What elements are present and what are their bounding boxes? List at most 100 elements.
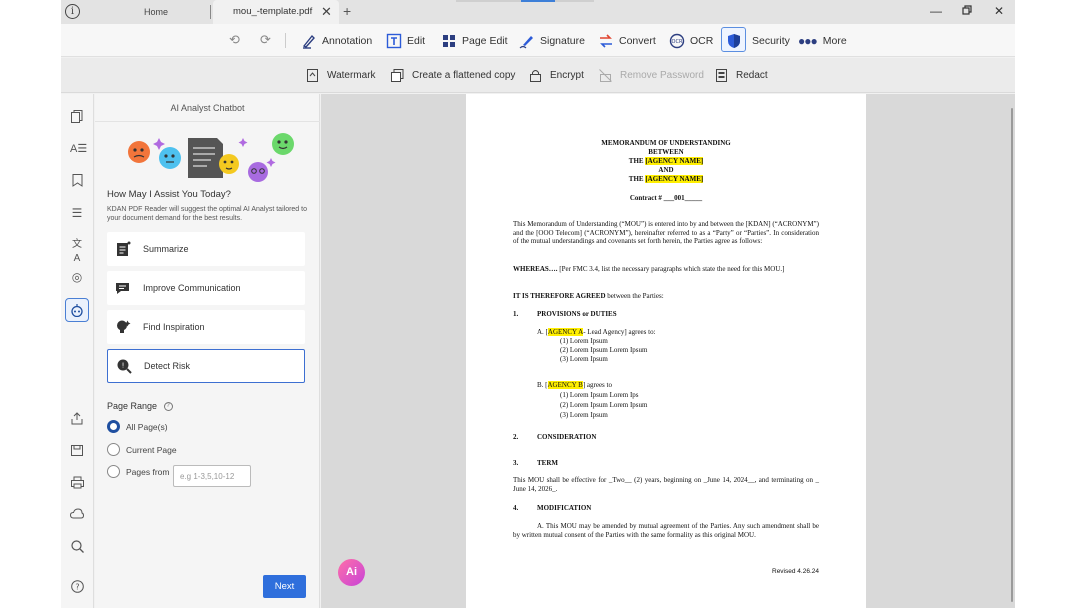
next-button[interactable]: Next — [263, 575, 306, 598]
radio-current-page[interactable]: Current Page — [107, 443, 177, 456]
ocr-rail-icon[interactable]: ◎ — [70, 270, 84, 284]
option-improve-communication[interactable]: Improve Communication — [107, 271, 305, 305]
restore-icon[interactable] — [959, 4, 975, 18]
bookmark-icon[interactable] — [70, 174, 84, 188]
search-icon[interactable] — [70, 540, 84, 554]
ocr-button[interactable]: OCR OCR — [669, 24, 713, 57]
tab-home[interactable]: Home — [101, 0, 211, 24]
radio-pages-from-label: Pages from — [126, 466, 170, 477]
help-icon[interactable]: ? — [70, 580, 84, 594]
encrypt-label: Encrypt — [550, 70, 584, 81]
text-style-icon[interactable]: A☰ — [70, 142, 87, 156]
redact-icon — [715, 69, 728, 82]
doc-s3-title: TERM — [537, 459, 558, 467]
security-subtoolbar: Watermark Create a flattened copy Encryp… — [61, 58, 1015, 93]
doc-between: BETWEEN — [648, 148, 684, 156]
minimize-icon[interactable]: — — [928, 4, 944, 18]
radio-all-pages-control[interactable] — [107, 420, 120, 433]
toolbar-divider — [285, 33, 286, 48]
doc-s2-title: CONSIDERATION — [537, 433, 597, 441]
radio-pages-from-control[interactable] — [107, 465, 120, 478]
annotation-label: Annotation — [322, 34, 373, 47]
doc-contract: Contract # ___001_____ — [629, 194, 703, 202]
share-icon[interactable] — [70, 412, 84, 426]
panel-title: AI Analyst Chatbot — [95, 94, 320, 122]
doc-b-item-2: (2) Lorem Ipsum Lorem Ipsum — [560, 401, 648, 409]
edit-button[interactable]: Edit — [386, 24, 425, 57]
print-icon[interactable] — [70, 476, 84, 490]
text-edit-icon — [386, 33, 402, 49]
redact-button[interactable]: Redact — [715, 58, 768, 93]
page-range-heading: Page Range ? — [107, 401, 173, 412]
summarize-icon — [115, 241, 131, 257]
pen-icon — [301, 33, 317, 49]
redo-icon[interactable]: ⟳ — [260, 32, 271, 48]
page-range-input[interactable] — [173, 465, 251, 487]
title-bar: i Home mou_-template.pdf ✕ + — ✕ — [61, 0, 1015, 24]
radio-pages-from[interactable]: Pages from — [107, 465, 169, 478]
tab-document-label: mou_-template.pdf — [233, 6, 313, 17]
convert-label: Convert — [619, 34, 656, 47]
option-find-inspiration[interactable]: Find Inspiration — [107, 310, 305, 344]
ai-chatbot-panel: AI Analyst Chatbot How May I Assist You … — [95, 94, 320, 608]
shield-icon — [726, 33, 742, 49]
chat-bubble-icon — [115, 280, 131, 296]
radio-all-pages[interactable]: All Page(s) — [107, 420, 168, 433]
annotation-button[interactable]: Annotation — [301, 24, 372, 57]
option-find-inspiration-label: Find Inspiration — [143, 322, 205, 332]
doc-agreed-text: between the Parties: — [607, 292, 664, 300]
doc-clause-b-suffix: ] agrees to — [582, 381, 612, 389]
close-window-icon[interactable]: ✕ — [991, 4, 1007, 18]
doc-intro: This Memorandum of Understanding (“MOU”)… — [513, 220, 819, 245]
document-viewport[interactable]: MEMORANDUM OF UNDERSTANDING BETWEEN THE … — [321, 94, 1015, 608]
signature-button[interactable]: Signature — [519, 24, 585, 57]
undo-icon[interactable]: ⟲ — [229, 32, 240, 48]
left-rail: A☰ ☰ 文A ◎ ? — [61, 94, 94, 608]
page-edit-button[interactable]: Page Edit — [441, 24, 508, 57]
encrypt-button[interactable]: Encrypt — [529, 58, 584, 93]
vertical-scrollbar[interactable] — [1011, 108, 1013, 602]
convert-button[interactable]: Convert — [598, 24, 656, 57]
flatten-button[interactable]: Create a flattened copy — [391, 58, 515, 93]
doc-agreed: IT IS THEREFORE AGREED between the Parti… — [513, 292, 819, 301]
doc-s4-title: MODIFICATION — [537, 504, 592, 512]
doc-mod-text: A. This MOU may be amended by mutual agr… — [513, 522, 819, 539]
doc-clause-a-suffix: - Lead Agency] agrees to: — [583, 328, 656, 336]
more-button[interactable]: ●●● More — [798, 24, 847, 57]
pdf-page: MEMORANDUM OF UNDERSTANDING BETWEEN THE … — [466, 94, 866, 608]
doc-agency-a: AGENCY A — [547, 328, 584, 336]
option-detect-risk[interactable]: ! Detect Risk — [107, 349, 305, 383]
outline-list-icon[interactable]: ☰ — [70, 206, 84, 220]
doc-party-1: THE [AGENCY NAME] — [466, 157, 866, 166]
new-tab-icon[interactable]: + — [343, 3, 351, 19]
option-summarize-label: Summarize — [143, 244, 189, 254]
redact-label: Redact — [736, 70, 768, 81]
remove-password-button[interactable]: Remove Password — [599, 58, 704, 93]
doc-term-text: This MOU shall be effective for _Two__ (… — [513, 476, 819, 493]
signature-label: Signature — [540, 34, 585, 47]
thumbnails-icon[interactable] — [70, 110, 84, 124]
security-button[interactable]: Security — [726, 24, 790, 57]
doc-whereas-text: [Per FMC 3.4, list the necessary paragra… — [559, 265, 785, 273]
ocr-icon: OCR — [669, 33, 685, 49]
radio-current-page-control[interactable] — [107, 443, 120, 456]
watermark-button[interactable]: Watermark — [306, 58, 376, 93]
close-tab-icon[interactable]: ✕ — [321, 4, 332, 20]
signature-pen-icon — [519, 33, 535, 49]
doc-a-item-1: (1) Lorem Ipsum — [560, 337, 608, 345]
info-circle-icon[interactable]: ? — [163, 402, 173, 412]
doc-b-item-3: (3) Lorem Ipsum — [560, 411, 608, 419]
watermark-label: Watermark — [327, 70, 376, 81]
doc-s3-num: 3. — [513, 459, 519, 467]
doc-s4-num: 4. — [513, 504, 519, 512]
translate-icon[interactable]: 文A — [70, 238, 84, 264]
doc-the-2: THE — [628, 175, 644, 183]
svg-text:OCR: OCR — [672, 39, 683, 45]
doc-s1-title: PROVISIONS or DUTIES — [537, 310, 617, 318]
save-icon[interactable] — [70, 444, 84, 458]
ai-assistant-button[interactable]: Ai — [338, 559, 365, 586]
doc-whereas-label: WHEREAS…. — [513, 265, 558, 273]
option-summarize[interactable]: Summarize — [107, 232, 305, 266]
cloud-icon[interactable] — [69, 508, 85, 522]
info-icon[interactable]: i — [65, 4, 80, 19]
